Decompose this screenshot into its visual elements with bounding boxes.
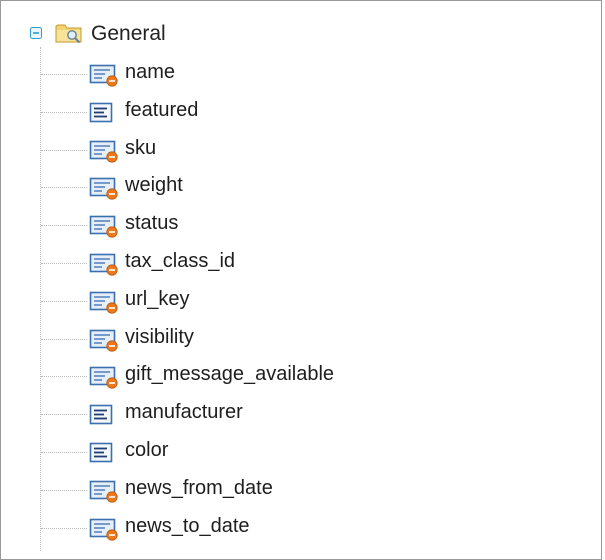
tree-item-label: url_key (125, 288, 190, 310)
attribute-list-icon (89, 442, 113, 463)
tree-item-label: name (125, 61, 176, 83)
tree-branch-line (41, 150, 87, 151)
tree-item-label: visibility (125, 326, 194, 348)
tree-item-label: tax_class_id (125, 250, 236, 272)
tree-branch-line (41, 376, 87, 377)
tree-branch-line (41, 301, 87, 302)
attribute-editable-icon (89, 480, 118, 503)
attribute-editable-icon (89, 64, 118, 87)
attribute-editable-icon (89, 291, 118, 314)
tree-branch-line (41, 225, 87, 226)
tree-panel: General name featured sku weight status tax_c… (0, 0, 602, 560)
attribute-editable-icon (89, 366, 118, 389)
folder-magnifier-icon (55, 24, 82, 44)
tree-branch-line (41, 263, 87, 264)
collapse-toggle-icon[interactable] (30, 27, 42, 39)
tree-item-label: gift_message_available (125, 363, 335, 385)
tree-item-label: news_to_date (125, 515, 250, 537)
tree-branch-line (41, 528, 87, 529)
tree-branch-line (41, 414, 87, 415)
tree-branch-line (41, 339, 87, 340)
attribute-tree: General name featured sku weight status tax_c… (1, 1, 601, 551)
tree-branch-line (41, 187, 87, 188)
attribute-editable-icon (89, 253, 118, 276)
attribute-editable-icon (89, 177, 118, 200)
attribute-editable-icon (89, 518, 118, 541)
tree-item-label: featured (125, 99, 199, 121)
tree-item-label: status (125, 212, 179, 234)
tree-branch-line (41, 112, 87, 113)
tree-item-label: weight (125, 174, 183, 196)
attribute-editable-icon (89, 329, 118, 352)
tree-item-label: news_from_date (125, 477, 273, 499)
tree-item-label: sku (125, 137, 157, 159)
tree-branch-line (41, 452, 87, 453)
tree-item-label: manufacturer (125, 401, 243, 423)
attribute-editable-icon (89, 215, 118, 238)
attribute-editable-icon (89, 140, 118, 163)
attribute-list-icon (89, 404, 113, 425)
attribute-list-icon (89, 102, 113, 123)
tree-branch-line (41, 490, 87, 491)
tree-root-label: General (91, 22, 166, 45)
tree-guide-line (40, 47, 41, 551)
tree-branch-line (41, 74, 87, 75)
tree-item-label: color (125, 439, 169, 461)
